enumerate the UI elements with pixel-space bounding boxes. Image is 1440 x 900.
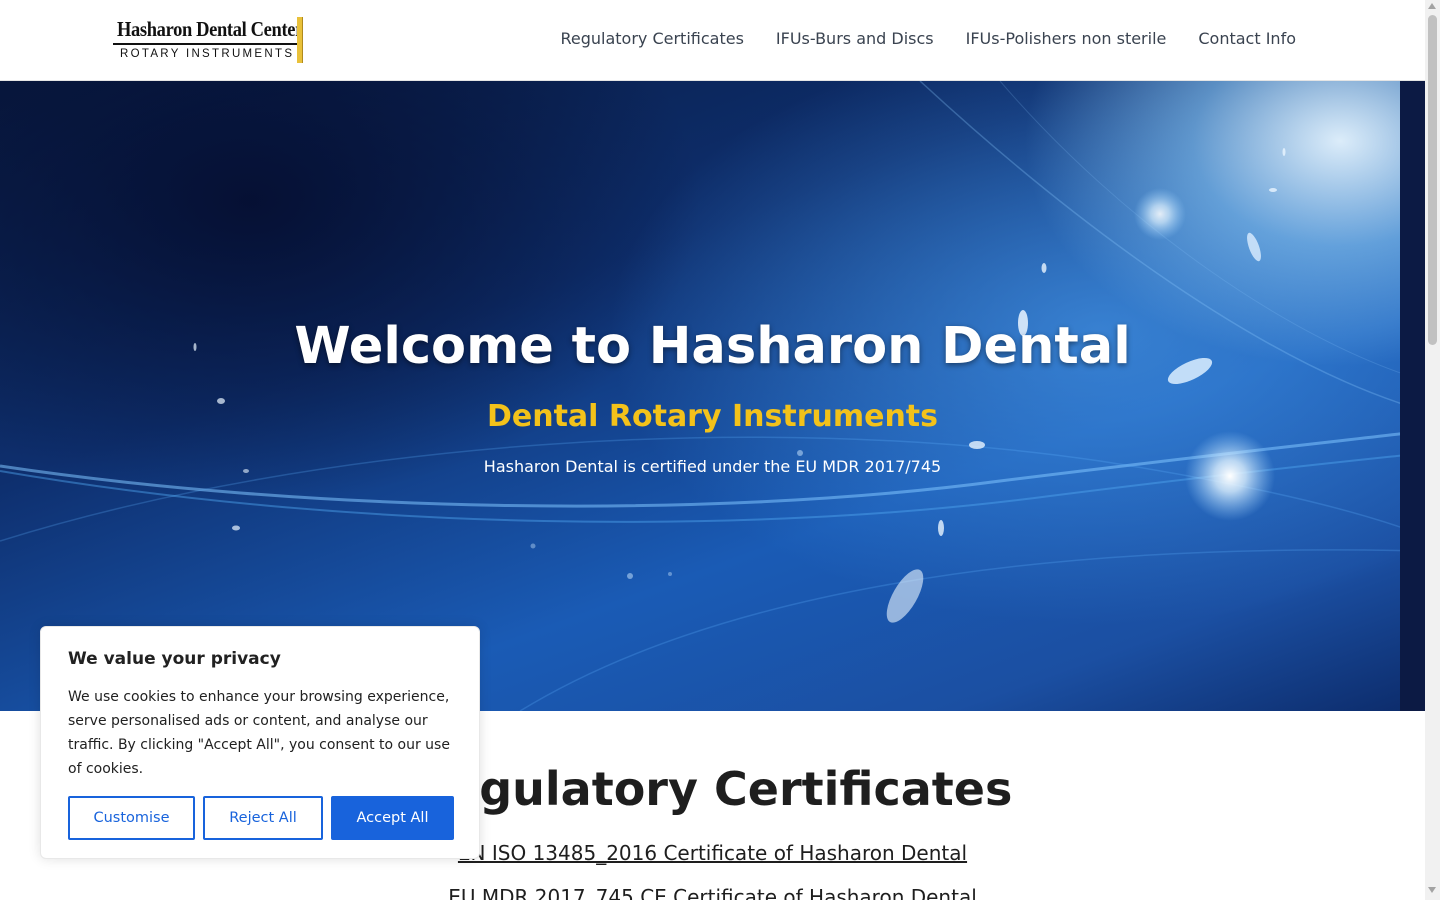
customise-button[interactable]: Customise — [68, 796, 195, 840]
site-header: Hasharon Dental Center ROTARY INSTRUMENT… — [0, 0, 1425, 81]
scroll-down-arrow-icon[interactable] — [1428, 887, 1436, 893]
hero-banner: Welcome to Hasharon Dental Dental Rotary… — [0, 81, 1425, 711]
accept-all-button[interactable]: Accept All — [331, 796, 454, 840]
mdr-certificate-link[interactable]: EU MDR 2017_745 CE Certificate of Hashar… — [0, 885, 1425, 900]
nav-regulatory-certificates[interactable]: Regulatory Certificates — [560, 29, 743, 48]
hero-title: Welcome to Hasharon Dental — [294, 317, 1131, 376]
hero-subtitle: Dental Rotary Instruments — [486, 399, 939, 434]
nav-ifus-burs-and-discs[interactable]: IFUs-Burs and Discs — [776, 29, 934, 48]
cookie-description: We use cookies to enhance your browsing … — [68, 689, 450, 777]
site-logo[interactable]: Hasharon Dental Center ROTARY INSTRUMENT… — [113, 17, 306, 64]
main-nav: Regulatory Certificates IFUs-Burs and Di… — [560, 29, 1296, 48]
cookie-title: We value your privacy — [68, 649, 281, 669]
hero-certification-text: Hasharon Dental is certified under the E… — [483, 457, 942, 476]
reject-all-button[interactable]: Reject All — [203, 796, 323, 840]
cookie-consent-banner: We value your privacy We use cookies to … — [40, 626, 480, 859]
logo-divider — [113, 43, 301, 45]
hero-background-decoration — [0, 81, 1425, 711]
logo-title: Hasharon Dental Center — [117, 17, 303, 41]
logo-accent-bar — [297, 17, 303, 63]
scrollbar-thumb[interactable] — [1428, 15, 1437, 345]
nav-contact-info[interactable]: Contact Info — [1198, 29, 1296, 48]
nav-ifus-polishers[interactable]: IFUs-Polishers non sterile — [966, 29, 1167, 48]
scroll-up-arrow-icon[interactable] — [1428, 3, 1436, 9]
logo-subtitle: ROTARY INSTRUMENTS — [120, 48, 295, 60]
page-scrollbar[interactable] — [1425, 0, 1440, 900]
